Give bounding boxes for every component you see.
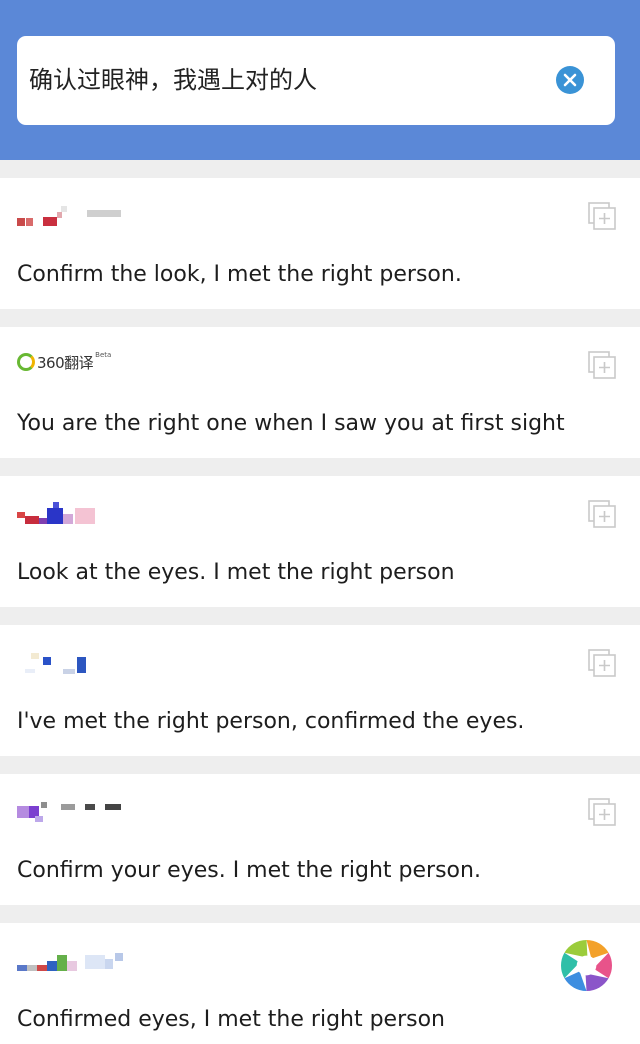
search-box[interactable]: 确认过眼神，我遇上对的人 <box>17 36 615 125</box>
translation-text: You are the right one when I saw you at … <box>17 411 565 436</box>
provider-logo: 360翻译 Beta <box>17 349 217 377</box>
result-card: Confirm the look, I met the right person… <box>0 178 640 309</box>
header-bar: 确认过眼神，我遇上对的人 <box>0 0 640 160</box>
provider-logo <box>17 498 217 526</box>
provider-logo <box>17 647 217 675</box>
result-card: Confirm your eyes. I met the right perso… <box>0 774 640 905</box>
translation-text: Confirm your eyes. I met the right perso… <box>17 858 481 883</box>
translation-text: Confirm the look, I met the right person… <box>17 262 462 287</box>
add-square-icon[interactable] <box>588 649 616 677</box>
clear-button[interactable] <box>556 66 584 94</box>
translation-text: Confirmed eyes, I met the right person <box>17 1007 446 1032</box>
beta-badge: Beta <box>95 351 112 359</box>
result-card: Look at the eyes. I met the right person <box>0 476 640 607</box>
result-card: I've met the right person, confirmed the… <box>0 625 640 756</box>
360-ring-logo <box>17 353 35 371</box>
provider-logo <box>17 945 217 973</box>
provider-name: 360翻译 <box>37 353 94 372</box>
aperture-logo <box>560 939 613 992</box>
add-square-icon[interactable] <box>588 202 616 230</box>
translation-text: I've met the right person, confirmed the… <box>17 709 525 734</box>
clear-icon <box>563 73 577 87</box>
provider-logo <box>17 796 217 824</box>
result-card: Confirmed eyes, I met the right person <box>0 923 640 1044</box>
translation-text: Look at the eyes. I met the right person <box>17 560 455 585</box>
add-square-icon[interactable] <box>588 500 616 528</box>
add-square-icon[interactable] <box>588 798 616 826</box>
search-query[interactable]: 确认过眼神，我遇上对的人 <box>29 36 317 125</box>
result-card: 360翻译 Beta You are the right one when I … <box>0 327 640 458</box>
360-logo: 360翻译 Beta <box>17 349 111 375</box>
add-square-icon[interactable] <box>588 351 616 379</box>
provider-logo <box>17 200 217 228</box>
